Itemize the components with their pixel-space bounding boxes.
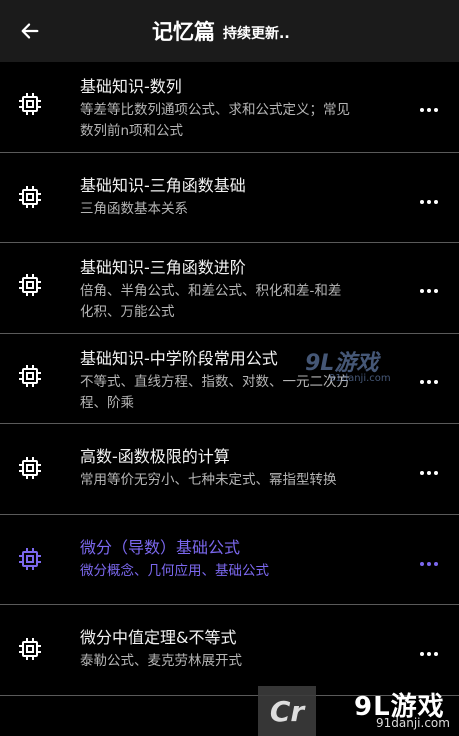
list-item-title: 微分（导数）基础公式 — [80, 537, 241, 557]
more-horizontal-icon-dot — [420, 379, 425, 384]
list-item-description-line1: 三角函数基本关系 — [80, 200, 188, 217]
page-title-group: 记忆篇 持续更新.. — [152, 0, 290, 62]
more-horizontal-icon-dot — [420, 652, 425, 656]
more-horizontal-icon-dot — [433, 289, 438, 293]
list-item[interactable]: 高数-函数极限的计算 常用等价无穷小、七种未定式、幂指型转换 — [0, 424, 459, 515]
more-horizontal-icon-dot — [433, 561, 438, 566]
list-item-description-line2: 程、阶乘 — [80, 394, 134, 411]
list-item-title: 微分中值定理&不等式 — [80, 628, 237, 647]
chip-icon — [19, 364, 41, 387]
list-item-description: 三角函数基本关系 — [80, 199, 399, 220]
list-item-description: 常用等价无穷小、七种未定式、幂指型转换 — [80, 470, 399, 491]
more-horizontal-icon-dot — [433, 471, 438, 475]
more-horizontal-icon-dot — [427, 289, 431, 293]
list-item[interactable]: 微分中值定理&不等式 泰勒公式、麦克劳林展开式 — [0, 605, 459, 696]
list-item-texts: 高数-函数极限的计算 常用等价无穷小、七种未定式、幂指型转换 — [80, 446, 399, 491]
list-item-description: 泰勒公式、麦克劳林展开式 — [80, 651, 399, 672]
list-item-title: 基础知识-三角函数基础 — [80, 175, 246, 195]
list-item-texts: 基础知识-三角函数基础 三角函数基本关系 — [80, 175, 399, 220]
more-horizontal-icon-dot — [427, 199, 431, 204]
list-item[interactable]: 基础知识-三角函数基础 三角函数基本关系 — [0, 153, 459, 243]
list-item-title: 基础知识-数列 — [80, 77, 182, 96]
more-horizontal-icon-dot — [433, 379, 438, 384]
chip-icon — [19, 547, 41, 570]
more-horizontal-icon-dot — [420, 561, 425, 566]
more-horizontal-icon-dot — [427, 379, 431, 384]
more-button[interactable] — [417, 190, 441, 214]
more-button[interactable] — [417, 552, 441, 576]
more-button[interactable] — [417, 461, 441, 485]
list-item-description-line1: 等差等比数列通项公式、求和公式定义；常见 — [80, 102, 350, 118]
more-horizontal-icon-dot — [420, 289, 425, 293]
list-item-description: 等差等比数列通项公式、求和公式定义；常见 数列前n项和公式 — [80, 100, 399, 142]
more-button[interactable] — [417, 370, 441, 394]
more-horizontal-icon-dot — [420, 471, 425, 475]
list-item-description-line1: 微分概念、几何应用、基础公式 — [80, 562, 269, 579]
list-item-title: 基础知识-中学阶段常用公式 — [80, 348, 278, 368]
list-item[interactable]: 基础知识-三角函数进阶 倍角、半角公式、和差公式、积化和差-和差 化积、万能公式 — [0, 243, 459, 334]
more-horizontal-icon-dot — [433, 199, 438, 204]
watermark-bottom-url: 91danji.com — [376, 716, 450, 730]
list-item[interactable]: 基础知识-中学阶段常用公式 不等式、直线方程、指数、对数、一元二次方 程、阶乘 — [0, 334, 459, 424]
list-item-description-line1: 泰勒公式、麦克劳林展开式 — [80, 653, 242, 669]
more-horizontal-icon-dot — [433, 652, 438, 656]
app-header: 记忆篇 持续更新.. — [0, 0, 459, 62]
arrow-left-icon — [21, 23, 39, 39]
list-item[interactable]: 微分（导数）基础公式 微分概念、几何应用、基础公式 — [0, 515, 459, 605]
chip-icon — [19, 93, 41, 115]
list-item-description-line2: 数列前n项和公式 — [80, 123, 184, 139]
chip-icon — [19, 185, 41, 208]
page-subtitle: 持续更新.. — [223, 26, 290, 42]
more-button[interactable] — [417, 642, 441, 666]
more-horizontal-icon-dot — [420, 199, 425, 204]
formula-list: 基础知识-数列 等差等比数列通项公式、求和公式定义；常见 数列前n项和公式 基础知… — [0, 62, 459, 696]
list-item-description-line1: 倍角、半角公式、和差公式、积化和差-和差 — [80, 283, 342, 299]
list-item-description: 微分概念、几何应用、基础公式 — [80, 561, 399, 582]
more-horizontal-icon-dot — [420, 108, 425, 112]
chip-icon — [19, 457, 41, 479]
list-item-description: 不等式、直线方程、指数、对数、一元二次方 程、阶乘 — [80, 372, 399, 414]
list-item-title: 基础知识-三角函数进阶 — [80, 258, 246, 277]
list-item-texts: 基础知识-三角函数进阶 倍角、半角公式、和差公式、积化和差-和差 化积、万能公式 — [80, 257, 399, 323]
list-item-title: 高数-函数极限的计算 — [80, 447, 230, 466]
list-item-description-line1: 常用等价无穷小、七种未定式、幂指型转换 — [80, 472, 337, 488]
list-item[interactable]: 基础知识-数列 等差等比数列通项公式、求和公式定义；常见 数列前n项和公式 — [0, 62, 459, 153]
page-title: 记忆篇 — [152, 20, 215, 44]
more-button[interactable] — [417, 279, 441, 303]
list-item-description-line2: 化积、万能公式 — [80, 304, 175, 320]
more-horizontal-icon-dot — [427, 108, 431, 112]
more-horizontal-icon-dot — [427, 652, 431, 656]
chip-icon — [19, 274, 41, 296]
more-horizontal-icon-dot — [427, 561, 431, 566]
list-item-texts: 基础知识-数列 等差等比数列通项公式、求和公式定义；常见 数列前n项和公式 — [80, 76, 399, 142]
more-horizontal-icon-dot — [427, 471, 431, 475]
chip-icon — [19, 638, 41, 660]
more-button[interactable] — [417, 98, 441, 122]
list-item-texts: 微分（导数）基础公式 微分概念、几何应用、基础公式 — [80, 537, 399, 582]
list-item-description: 倍角、半角公式、和差公式、积化和差-和差 化积、万能公式 — [80, 281, 399, 323]
more-horizontal-icon-dot — [433, 108, 438, 112]
back-button[interactable] — [10, 11, 50, 51]
list-item-texts: 基础知识-中学阶段常用公式 不等式、直线方程、指数、对数、一元二次方 程、阶乘 — [80, 348, 399, 414]
list-item-description-line1: 不等式、直线方程、指数、对数、一元二次方 — [80, 373, 350, 390]
list-item-texts: 微分中值定理&不等式 泰勒公式、麦克劳林展开式 — [80, 627, 399, 672]
